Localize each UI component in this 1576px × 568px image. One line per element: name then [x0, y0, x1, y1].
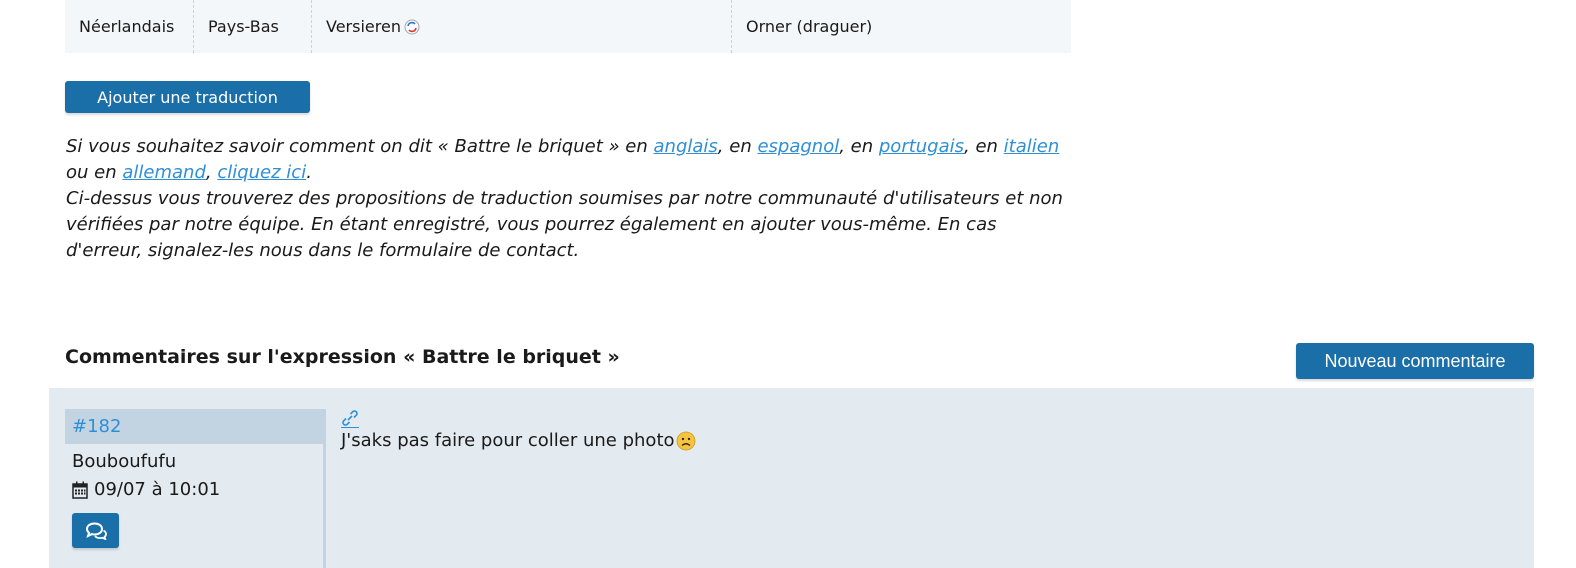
- info-sep: ,: [205, 162, 218, 183]
- info-text: Si vous souhaitez savoir comment on dit …: [66, 134, 1076, 264]
- link-italian[interactable]: italien: [1004, 136, 1060, 157]
- info-end: .: [306, 162, 312, 183]
- new-comment-button[interactable]: Nouveau commentaire: [1296, 343, 1534, 379]
- comments-title: Commentaires sur l'expression « Battre l…: [65, 346, 620, 368]
- add-translation-button[interactable]: Ajouter une traduction: [65, 81, 310, 113]
- comment-body: J'saks pas faire pour coller une photo: [341, 430, 696, 451]
- permalink-icon[interactable]: [341, 408, 359, 428]
- chat-bubbles-icon: [85, 521, 107, 540]
- info-sep: ou en: [66, 162, 123, 183]
- calendar-icon: [72, 481, 88, 499]
- info-paragraph2: Ci-dessus vous trouverez des proposition…: [66, 188, 1063, 261]
- translation-language: Néerlandais: [79, 17, 175, 36]
- info-sep: , en: [964, 136, 1004, 157]
- comment-author: Bouboufufu: [72, 451, 177, 472]
- link-german[interactable]: allemand: [122, 162, 206, 183]
- link-spanish[interactable]: espagnol: [757, 136, 839, 157]
- link-portuguese[interactable]: portugais: [879, 136, 964, 157]
- link-english[interactable]: anglais: [654, 136, 718, 157]
- translation-word-cell: Versieren: [311, 0, 731, 53]
- comment-text: J'saks pas faire pour coller une photo: [341, 430, 675, 451]
- sad-face-emoji-icon: [676, 431, 695, 450]
- comment-date: 09/07 à 10:01: [94, 479, 221, 500]
- link-click-here[interactable]: cliquez ici: [217, 162, 306, 183]
- translation-country: Pays-Bas: [193, 0, 311, 53]
- comment-id[interactable]: #182: [65, 409, 323, 444]
- translation-word: Versieren: [326, 17, 401, 36]
- swap-icon[interactable]: [404, 19, 420, 35]
- info-sep: , en: [839, 136, 879, 157]
- info-sep: , en: [717, 136, 758, 157]
- translation-row: Néerlandais Pays-Bas Versieren Orner (dr…: [65, 0, 1071, 53]
- comment-date-row: 09/07 à 10:01: [72, 479, 220, 500]
- translation-meaning: Orner (draguer): [731, 0, 1071, 53]
- info-part1: Si vous souhaitez savoir comment on dit …: [66, 136, 654, 157]
- reply-button[interactable]: [72, 513, 119, 548]
